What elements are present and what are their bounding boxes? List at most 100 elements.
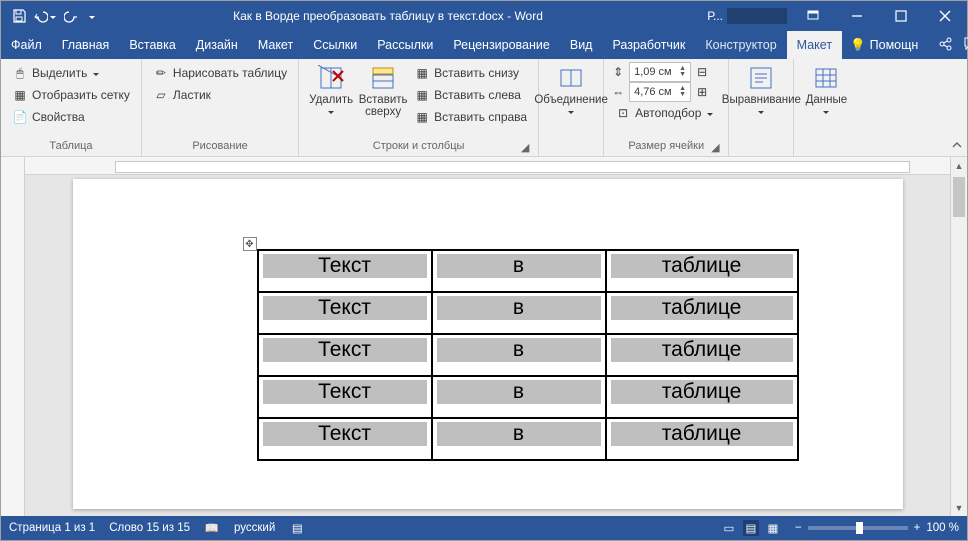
share-button[interactable] xyxy=(938,36,953,54)
group-alignment: Выравнивание xyxy=(729,59,794,156)
scroll-down-button[interactable]: ▼ xyxy=(951,499,967,516)
tab-file[interactable]: Файл xyxy=(1,31,52,59)
table-row[interactable]: Текствтаблице xyxy=(258,292,798,334)
vertical-scrollbar[interactable]: ▲ ▼ xyxy=(950,157,967,516)
table-cell[interactable]: Текст xyxy=(259,251,431,291)
spellcheck-icon[interactable]: 📖 xyxy=(204,520,220,536)
maximize-button[interactable] xyxy=(879,1,923,31)
insert-above-button[interactable]: Вставить сверху xyxy=(357,62,409,140)
redo-button[interactable] xyxy=(59,4,83,28)
insert-left-label: Вставить слева xyxy=(434,88,521,102)
select-button[interactable]: 🖱Выделить xyxy=(7,62,135,84)
cell-text: Текст xyxy=(263,296,427,320)
table-cell[interactable]: Текст xyxy=(259,293,431,333)
zoom-in-button[interactable]: + xyxy=(914,522,921,534)
table-cell[interactable]: таблице xyxy=(607,293,797,333)
ribbon: 🖱Выделить ▦Отобразить сетку 📄Свойства Та… xyxy=(1,59,967,157)
document-table[interactable]: ТекствтаблицеТекствтаблицеТекствтаблицеТ… xyxy=(257,249,799,461)
tab-design[interactable]: Дизайн xyxy=(186,31,248,59)
scroll-thumb[interactable] xyxy=(953,177,965,217)
tab-table-design[interactable]: Конструктор xyxy=(695,31,786,59)
insert-left-button[interactable]: ▦Вставить слева xyxy=(409,84,532,106)
delete-button[interactable]: Удалить xyxy=(305,62,357,140)
undo-button[interactable] xyxy=(33,4,57,28)
tab-review[interactable]: Рецензирование xyxy=(443,31,560,59)
horizontal-ruler[interactable] xyxy=(25,157,950,175)
table-cell[interactable]: в xyxy=(433,335,605,375)
table-cell[interactable]: таблице xyxy=(607,335,797,375)
cursor-icon: 🖱 xyxy=(12,65,28,81)
zoom-slider-thumb[interactable] xyxy=(856,522,863,534)
vertical-ruler[interactable] xyxy=(1,157,25,516)
tell-me-button[interactable]: 💡Помощн xyxy=(842,31,928,59)
table-cell[interactable]: таблице xyxy=(607,419,797,459)
cell-text: в xyxy=(437,296,601,320)
merge-button[interactable]: Объединение xyxy=(545,62,597,140)
dialog-launcher-cell-size[interactable]: ◢ xyxy=(708,140,722,154)
table-row[interactable]: Текствтаблице xyxy=(258,334,798,376)
tab-mailings[interactable]: Рассылки xyxy=(367,31,443,59)
status-words[interactable]: Слово 15 из 15 xyxy=(109,522,190,534)
table-cell[interactable]: таблице xyxy=(607,251,797,291)
account-area[interactable]: Р... xyxy=(671,8,791,24)
properties-button[interactable]: 📄Свойства xyxy=(7,106,135,128)
table-cell[interactable]: в xyxy=(433,293,605,333)
data-button[interactable]: Данные xyxy=(800,62,852,140)
tab-insert[interactable]: Вставка xyxy=(119,31,185,59)
tab-table-layout[interactable]: Макет xyxy=(787,31,842,59)
zoom-slider[interactable] xyxy=(808,526,908,530)
cell-text: Текст xyxy=(263,380,427,404)
table-cell[interactable]: таблице xyxy=(607,377,797,417)
zoom-value[interactable]: 100 % xyxy=(926,522,959,534)
autofit-button[interactable]: ⊡Автоподбор xyxy=(610,102,718,124)
scroll-up-button[interactable]: ▲ xyxy=(951,157,967,174)
table-cell[interactable]: в xyxy=(433,251,605,291)
comments-button[interactable] xyxy=(963,36,968,54)
draw-table-button[interactable]: ✏Нарисовать таблицу xyxy=(148,62,292,84)
insert-below-button[interactable]: ▦Вставить снизу xyxy=(409,62,532,84)
table-row[interactable]: Текствтаблице xyxy=(258,250,798,292)
zoom-out-button[interactable]: − xyxy=(795,522,802,534)
qat-customize-button[interactable] xyxy=(85,4,99,28)
macro-icon[interactable]: ▤ xyxy=(289,520,305,536)
table-row[interactable]: Текствтаблице xyxy=(258,376,798,418)
document-page[interactable]: ✥ ТекствтаблицеТекствтаблицеТекствтаблиц… xyxy=(73,179,903,509)
row-height-input[interactable]: 1,09 см▲▼ xyxy=(629,62,691,82)
insert-right-button[interactable]: ▦Вставить справа xyxy=(409,106,532,128)
table-cell[interactable]: Текст xyxy=(259,335,431,375)
collapse-ribbon-button[interactable] xyxy=(951,139,963,154)
status-language[interactable]: русский xyxy=(234,522,275,534)
group-table: 🖱Выделить ▦Отобразить сетку 📄Свойства Та… xyxy=(1,59,142,156)
tab-view[interactable]: Вид xyxy=(560,31,603,59)
tab-references[interactable]: Ссылки xyxy=(303,31,367,59)
print-layout-button[interactable]: ▤ xyxy=(743,520,759,536)
tab-layout[interactable]: Макет xyxy=(248,31,303,59)
minimize-button[interactable] xyxy=(835,1,879,31)
table-cell[interactable]: Текст xyxy=(259,419,431,459)
table-cell[interactable]: в xyxy=(433,419,605,459)
col-width-input[interactable]: 4,76 см▲▼ xyxy=(629,82,691,102)
tell-me-label: Помощн xyxy=(870,38,919,52)
web-layout-button[interactable]: ▦ xyxy=(765,520,781,536)
ribbon-options-button[interactable] xyxy=(791,1,835,31)
save-button[interactable] xyxy=(7,4,31,28)
close-button[interactable] xyxy=(923,1,967,31)
read-mode-button[interactable]: ▭ xyxy=(721,520,737,536)
account-name-short: Р... xyxy=(707,9,723,23)
table-move-handle[interactable]: ✥ xyxy=(243,237,257,251)
dialog-launcher-rows-cols[interactable]: ◢ xyxy=(518,140,532,154)
distribute-cols-button[interactable]: ⊞ xyxy=(694,84,710,100)
status-page[interactable]: Страница 1 из 1 xyxy=(9,522,95,534)
eraser-button[interactable]: ▱Ластик xyxy=(148,84,292,106)
distribute-rows-button[interactable]: ⊟ xyxy=(694,64,710,80)
account-name-redacted xyxy=(727,8,787,24)
tab-home[interactable]: Главная xyxy=(52,31,120,59)
tab-developer[interactable]: Разработчик xyxy=(602,31,695,59)
table-row[interactable]: Текствтаблице xyxy=(258,418,798,460)
view-gridlines-button[interactable]: ▦Отобразить сетку xyxy=(7,84,135,106)
eraser-icon: ▱ xyxy=(153,87,169,103)
table-cell[interactable]: Текст xyxy=(259,377,431,417)
autofit-label: Автоподбор xyxy=(635,106,701,120)
alignment-button[interactable]: Выравнивание xyxy=(735,62,787,140)
table-cell[interactable]: в xyxy=(433,377,605,417)
